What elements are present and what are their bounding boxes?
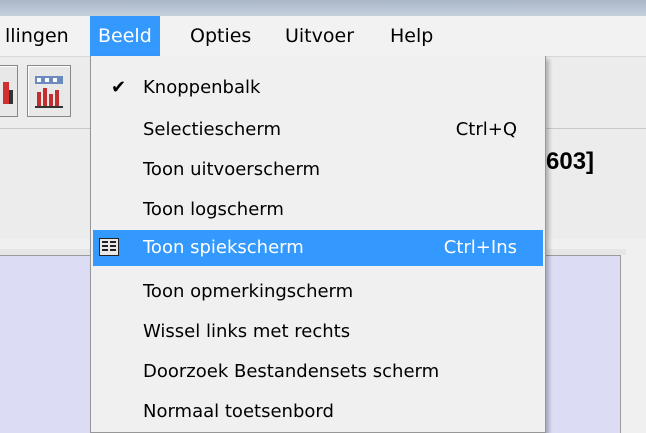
menu-item-toon-uitvoerscherm[interactable]: Toon uitvoerscherm — [93, 152, 543, 188]
menu-item-label: Toon logscherm — [143, 199, 284, 220]
menu-uitvoer[interactable]: Uitvoer — [277, 16, 362, 56]
bar-chart-icon — [35, 76, 63, 108]
window-top-border — [0, 0, 646, 16]
menu-item-label: Toon opmerkingscherm — [143, 281, 354, 302]
chart-red-icon — [3, 82, 13, 104]
menu-item-label: Toon uitvoerscherm — [143, 159, 321, 180]
menu-item-shortcut: Ctrl+Q — [455, 119, 517, 140]
beeld-dropdown-menu: ✔ Knoppenbalk Selectiescherm Ctrl+Q Toon… — [90, 56, 546, 433]
menu-help[interactable]: Help — [382, 16, 441, 56]
menu-item-normaal-toetsenbord[interactable]: Normaal toetsenbord — [93, 394, 543, 430]
toolbar-button-partial[interactable] — [0, 65, 18, 117]
menu-item-selectiescherm[interactable]: Selectiescherm Ctrl+Q — [93, 112, 543, 148]
window-title-fragment: 603] — [546, 148, 595, 175]
menu-item-label: Wissel links met rechts — [143, 321, 351, 342]
cheatsheet-icon — [99, 238, 119, 256]
menu-item-knoppenbalk[interactable]: ✔ Knoppenbalk — [93, 70, 543, 106]
menu-item-shortcut: Ctrl+Ins — [443, 237, 517, 258]
menu-bar: llingen Beeld Opties Uitvoer Help — [0, 16, 646, 57]
menu-item-toon-spiekscherm[interactable]: Toon spiekscherm Ctrl+Ins — [93, 230, 543, 266]
checkmark-icon: ✔ — [111, 77, 127, 98]
menu-opties[interactable]: Opties — [182, 16, 259, 56]
menu-item-toon-logscherm[interactable]: Toon logscherm — [93, 192, 543, 228]
menu-instellingen[interactable]: llingen — [0, 16, 77, 56]
menu-item-toon-opmerkingscherm[interactable]: Toon opmerkingscherm — [93, 274, 543, 310]
menu-item-label: Toon spiekscherm — [143, 237, 304, 258]
menu-beeld[interactable]: Beeld — [90, 16, 160, 56]
menu-item-label: Doorzoek Bestandensets scherm — [143, 361, 440, 382]
menu-item-wissel-links-rechts[interactable]: Wissel links met rechts — [93, 314, 543, 350]
menu-item-label: Knoppenbalk — [143, 77, 261, 98]
toolbar-button-chart[interactable] — [27, 65, 71, 117]
menu-item-doorzoek-bestandensets[interactable]: Doorzoek Bestandensets scherm — [93, 354, 543, 390]
menu-item-label: Selectiescherm — [143, 119, 281, 140]
menu-item-label: Normaal toetsenbord — [143, 401, 334, 422]
